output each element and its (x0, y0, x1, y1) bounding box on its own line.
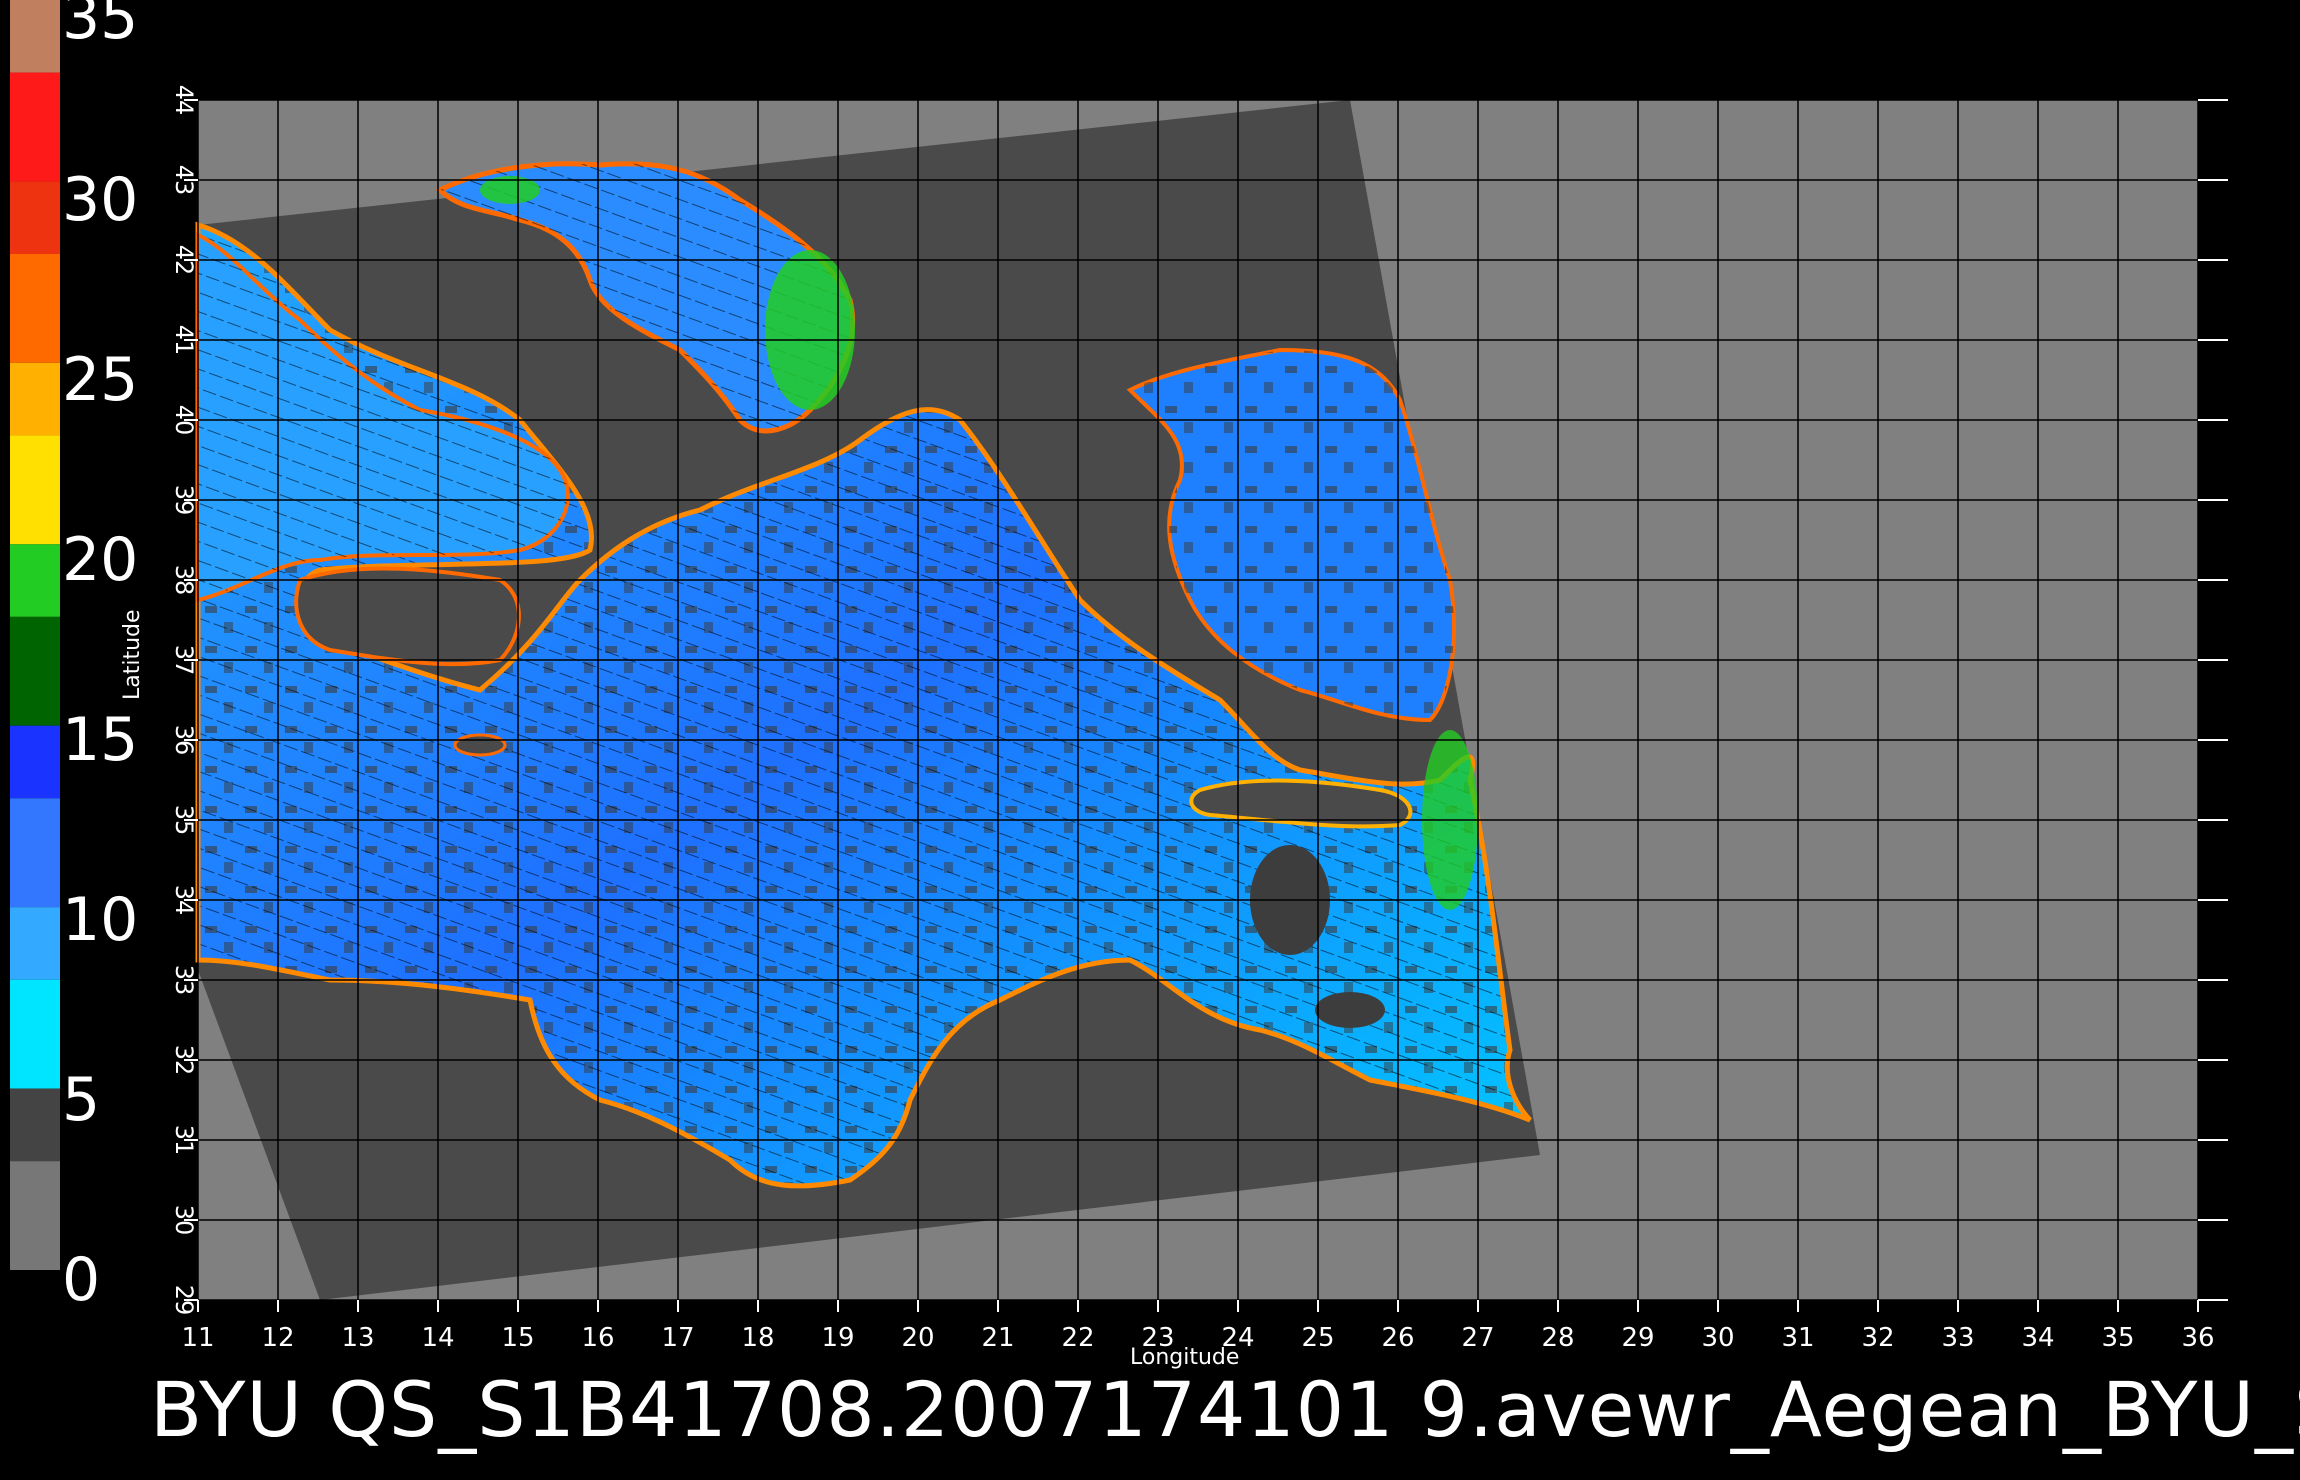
y-tick-label: 39 (170, 485, 198, 516)
colorbar-band (10, 979, 60, 1089)
colorbar-tick-label: 20 (62, 525, 139, 595)
colorbar-band (10, 1088, 60, 1162)
y-axis-label: Latitude (120, 609, 145, 700)
x-tick-label: 32 (1861, 1323, 1894, 1353)
colorbar-tick-label: 30 (62, 165, 139, 235)
high-wind-patch (765, 250, 855, 410)
colorbar-band (10, 181, 60, 254)
x-tick-label: 29 (1621, 1323, 1654, 1353)
y-tick-label: 30 (170, 1205, 198, 1236)
x-tick-label: 18 (741, 1323, 774, 1353)
colorbar-tick-label: 25 (62, 345, 139, 415)
colorbar-tick-label: 5 (62, 1065, 101, 1135)
y-tick-label: 41 (170, 325, 198, 356)
x-tick-label: 34 (2021, 1323, 2054, 1353)
x-tick-label: 22 (1061, 1323, 1094, 1353)
y-tick-label: 35 (170, 805, 198, 836)
island-malta (453, 733, 507, 757)
y-tick-label: 42 (170, 245, 198, 276)
y-tick-label: 31 (170, 1125, 198, 1156)
x-tick-label: 21 (981, 1323, 1014, 1353)
x-tick-label: 20 (901, 1323, 934, 1353)
y-tick-label: 29 (170, 1285, 198, 1316)
y-tick-label: 32 (170, 1045, 198, 1076)
x-tick-label: 31 (1781, 1323, 1814, 1353)
x-tick-label: 15 (501, 1323, 534, 1353)
y-tick-label: 37 (170, 645, 198, 676)
colorbar-band (10, 72, 60, 182)
x-tick-label: 35 (2101, 1323, 2134, 1353)
island-sicily (294, 566, 521, 667)
colorbar (10, 0, 60, 1270)
x-tick-label: 36 (2181, 1323, 2214, 1353)
y-tick-label: 38 (170, 565, 198, 596)
wind-speed-map: 11 12 13 14 15 16 17 18 19 20 21 22 23 24 25 26 27 28 29 30… (10, 0, 2228, 1353)
colorbar-band (10, 544, 60, 617)
x-tick-label: 27 (1461, 1323, 1494, 1353)
colorbar-band (10, 798, 60, 908)
x-tick-label: 16 (581, 1323, 614, 1353)
colorbar-band (10, 725, 60, 799)
land-patch (1315, 992, 1385, 1028)
colorbar-band (10, 1161, 60, 1270)
colorbar-band (10, 362, 60, 436)
x-tick-label: 13 (341, 1323, 374, 1353)
x-tick-label: 30 (1701, 1323, 1734, 1353)
y-tick-label: 40 (170, 405, 198, 436)
colorbar-band (10, 0, 60, 73)
colorbar-tick-label: 10 (62, 885, 139, 955)
colorbar-band (10, 254, 60, 363)
x-tick-label: 33 (1941, 1323, 1974, 1353)
y-tick-label: 44 (170, 85, 198, 116)
x-tick-label: 17 (661, 1323, 694, 1353)
x-tick-label: 19 (821, 1323, 854, 1353)
colorbar-tick-label: 0 (62, 1245, 101, 1315)
x-tick-label: 14 (421, 1323, 454, 1353)
y-tick-label: 34 (170, 885, 198, 916)
colorbar-band (10, 435, 60, 545)
x-tick-label: 12 (261, 1323, 294, 1353)
image-title: BYU QS_S1B41708.2007174101 9.avewr_Aegea… (150, 1365, 2300, 1454)
x-tick-label: 11 (181, 1323, 214, 1353)
y-tick-label: 36 (170, 725, 198, 756)
x-tick-label: 28 (1541, 1323, 1574, 1353)
x-tick-label: 26 (1381, 1323, 1414, 1353)
colorbar-band (10, 907, 60, 980)
colorbar-tick-label: 35 (62, 0, 139, 53)
colorbar-tick-label: 15 (62, 705, 139, 775)
colorbar-band (10, 616, 60, 726)
x-tick-label: 25 (1301, 1323, 1334, 1353)
y-tick-label: 33 (170, 965, 198, 996)
map-area: 11 12 13 14 15 16 17 18 19 20 21 22 23 24 25 26 27 28 29 30… (170, 85, 2228, 1353)
y-tick-label: 43 (170, 165, 198, 196)
